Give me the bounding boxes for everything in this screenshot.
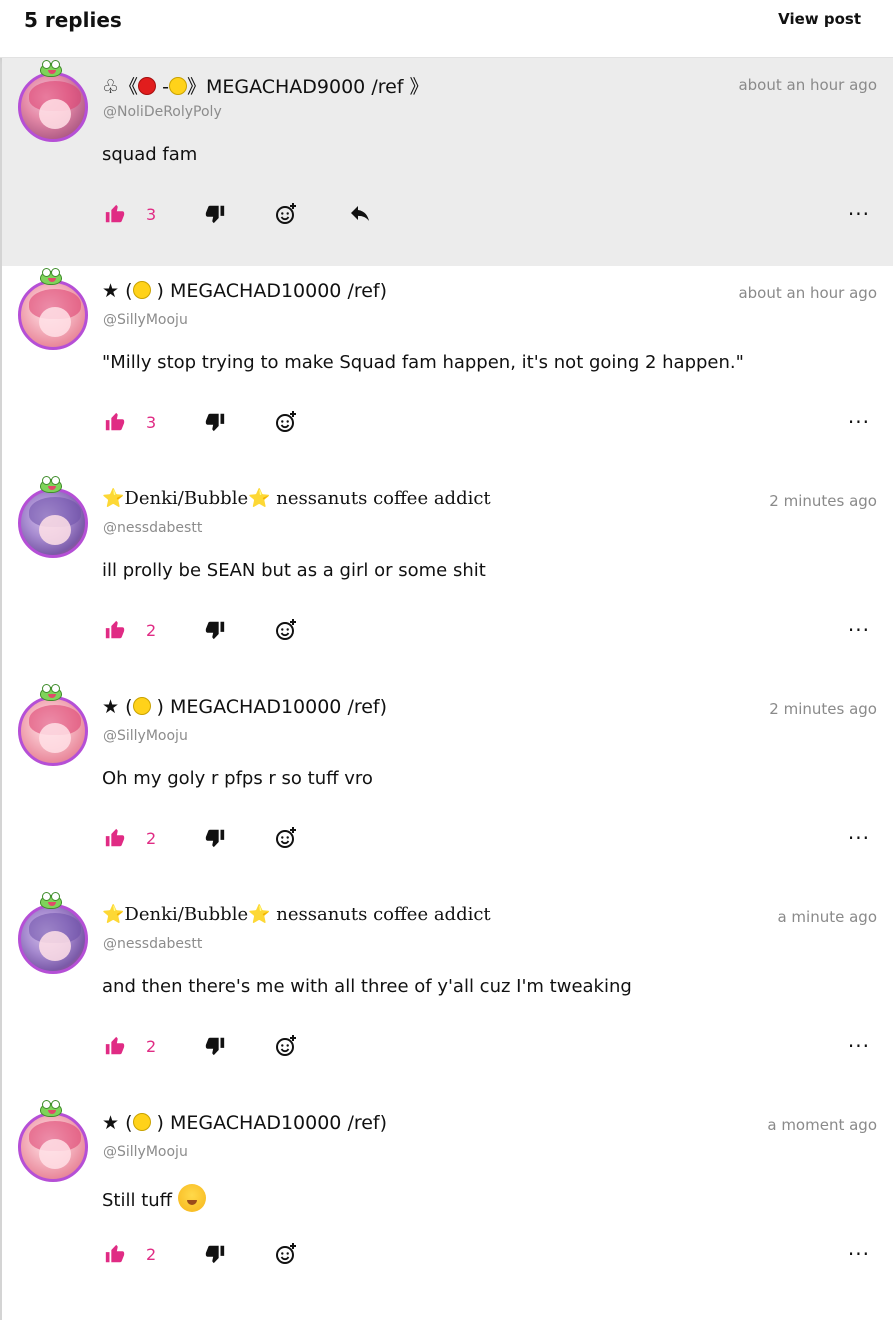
comment-actions: 2 ···: [102, 826, 882, 854]
thumbs-down-icon[interactable]: [204, 202, 226, 226]
thumbs-down-icon[interactable]: [204, 410, 226, 434]
comment-actions: 2 ···: [102, 618, 882, 646]
reply-icon[interactable]: [348, 202, 372, 226]
yellow-circle-icon: [132, 697, 151, 715]
comment-body: Still tuff: [102, 1184, 206, 1212]
comment-actions: 2 ···: [102, 1034, 882, 1062]
comment-author-name[interactable]: ★ ( ) MEGACHAD10000 /ref): [102, 1112, 387, 1134]
avatar[interactable]: [18, 696, 88, 766]
add-reaction-icon[interactable]: [274, 618, 298, 642]
comment-author-name[interactable]: ♧《 - 》MEGACHAD9000 /ref 》: [102, 72, 429, 99]
comment-item: ⭐Denki/Bubble⭐ nessanuts coffee addict @…: [2, 474, 893, 682]
comment-author-handle[interactable]: @nessdabestt: [103, 936, 202, 952]
thumbs-up-icon[interactable]: [104, 1034, 126, 1058]
comment-item: ♧《 - 》MEGACHAD9000 /ref 》 @NoliDeRolyPoly…: [2, 58, 893, 266]
comment-actions: 3 ···: [102, 410, 882, 438]
frog-badge-icon: [40, 268, 62, 285]
frog-badge-icon: [40, 892, 62, 909]
like-count: 2: [146, 1037, 157, 1056]
avatar[interactable]: [18, 904, 88, 974]
comment-timestamp: 2 minutes ago: [769, 492, 877, 510]
add-reaction-icon[interactable]: [274, 1034, 298, 1058]
like-count: 2: [146, 829, 157, 848]
comment-timestamp: about an hour ago: [738, 76, 877, 94]
drooling-face-icon: [177, 1184, 206, 1212]
thumbs-up-icon[interactable]: [104, 1242, 126, 1266]
frog-badge-icon: [40, 476, 62, 493]
comment-body: squad fam: [102, 144, 198, 165]
thumbs-up-icon[interactable]: [104, 826, 126, 850]
comment-body: Oh my goly r pfps r so tuff vro: [102, 768, 373, 789]
comment-author-handle[interactable]: @NoliDeRolyPoly: [103, 104, 222, 120]
comment-body: and then there's me with all three of y'…: [102, 976, 632, 997]
comment-actions: 3 ···: [102, 202, 882, 230]
comment-author-handle[interactable]: @SillyMooju: [103, 728, 188, 744]
frog-badge-icon: [40, 1100, 62, 1117]
thumbs-down-icon[interactable]: [204, 1242, 226, 1266]
more-options-icon[interactable]: ···: [848, 618, 870, 642]
comment-author-name[interactable]: ⭐Denki/Bubble⭐ nessanuts coffee addict: [102, 488, 491, 509]
thumbs-up-icon[interactable]: [104, 410, 126, 434]
replies-header: 5 replies View post: [0, 0, 893, 58]
add-reaction-icon[interactable]: [274, 202, 298, 226]
comment-item: ★ ( ) MEGACHAD10000 /ref) @SillyMooju a …: [2, 1098, 893, 1306]
comment-author-handle[interactable]: @nessdabestt: [103, 520, 202, 536]
view-post-link[interactable]: View post: [778, 10, 861, 28]
thumbs-down-icon[interactable]: [204, 826, 226, 850]
thumbs-up-icon[interactable]: [104, 202, 126, 226]
comment-item: ★ ( ) MEGACHAD10000 /ref) @SillyMooju 2 …: [2, 682, 893, 890]
add-reaction-icon[interactable]: [274, 410, 298, 434]
comment-author-handle[interactable]: @SillyMooju: [103, 312, 188, 328]
thumbs-down-icon[interactable]: [204, 618, 226, 642]
comment-item: ★ ( ) MEGACHAD10000 /ref) @SillyMooju ab…: [2, 266, 893, 474]
like-count: 3: [146, 205, 157, 224]
avatar[interactable]: [18, 280, 88, 350]
comment-timestamp: 2 minutes ago: [769, 700, 877, 718]
more-options-icon[interactable]: ···: [848, 410, 870, 434]
red-circle-icon: [138, 77, 157, 95]
avatar[interactable]: [18, 1112, 88, 1182]
comment-author-name[interactable]: ★ ( ) MEGACHAD10000 /ref): [102, 696, 387, 718]
more-options-icon[interactable]: ···: [848, 1242, 870, 1266]
frog-badge-icon: [40, 684, 62, 701]
frog-badge-icon: [40, 60, 62, 77]
thumbs-up-icon[interactable]: [104, 618, 126, 642]
thumbs-down-icon[interactable]: [204, 1034, 226, 1058]
comment-body: ill prolly be SEAN but as a girl or some…: [102, 560, 486, 581]
yellow-circle-icon: [168, 77, 187, 95]
comment-body: "Milly stop trying to make Squad fam hap…: [102, 352, 744, 373]
like-count: 2: [146, 621, 157, 640]
more-options-icon[interactable]: ···: [848, 826, 870, 850]
add-reaction-icon[interactable]: [274, 826, 298, 850]
comment-author-handle[interactable]: @SillyMooju: [103, 1144, 188, 1160]
comment-item: ⭐Denki/Bubble⭐ nessanuts coffee addict @…: [2, 890, 893, 1098]
comment-timestamp: a moment ago: [767, 1116, 877, 1134]
replies-count-title: 5 replies: [24, 8, 122, 32]
yellow-circle-icon: [132, 1113, 151, 1131]
more-options-icon[interactable]: ···: [848, 202, 870, 226]
comment-actions: 2 ···: [102, 1242, 882, 1270]
comment-timestamp: a minute ago: [777, 908, 877, 926]
comment-author-name[interactable]: ★ ( ) MEGACHAD10000 /ref): [102, 280, 387, 302]
yellow-circle-icon: [132, 281, 151, 299]
comment-author-name[interactable]: ⭐Denki/Bubble⭐ nessanuts coffee addict: [102, 904, 491, 925]
comment-timestamp: about an hour ago: [738, 284, 877, 302]
like-count: 2: [146, 1245, 157, 1264]
more-options-icon[interactable]: ···: [848, 1034, 870, 1058]
like-count: 3: [146, 413, 157, 432]
avatar[interactable]: [18, 488, 88, 558]
add-reaction-icon[interactable]: [274, 1242, 298, 1266]
avatar[interactable]: [18, 72, 88, 142]
